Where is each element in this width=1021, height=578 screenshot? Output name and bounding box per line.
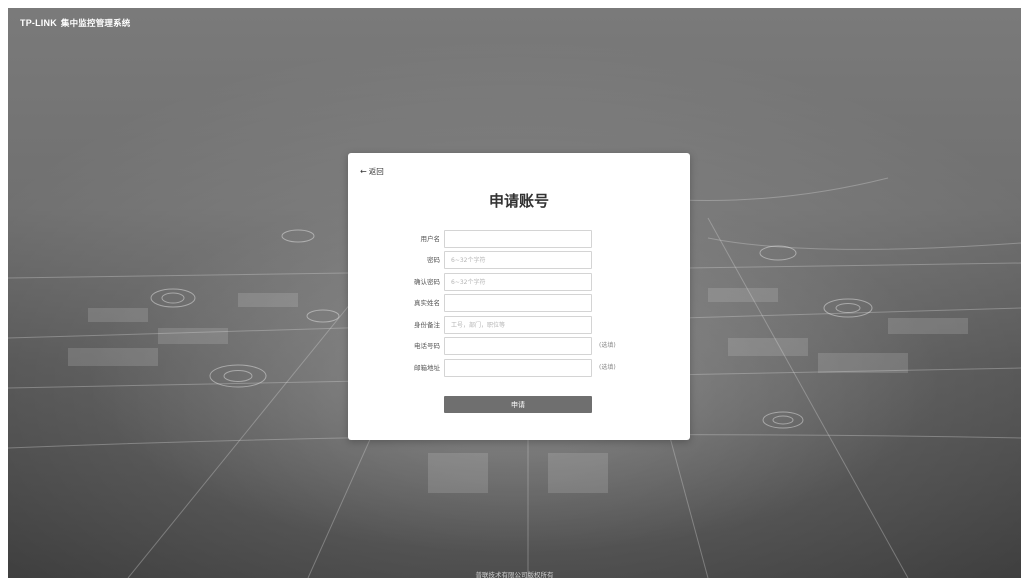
apply-button[interactable]: 申请 — [444, 396, 592, 413]
email-row: 邮箱地址 (选填) — [348, 359, 690, 377]
email-label: 邮箱地址 — [414, 364, 440, 372]
copyright-footer: 普联技术有限公司版权所有 — [475, 571, 554, 578]
tp-link-logo: TP-LINK — [20, 18, 57, 28]
phone-optional-note: (选填) — [599, 342, 616, 349]
arrow-left-icon: ← — [360, 167, 367, 176]
email-optional-note: (选填) — [599, 364, 616, 371]
identity-note-label: 身份备注 — [414, 321, 440, 329]
back-label: 返回 — [368, 167, 384, 176]
apply-account-card: ← 返回 申请账号 用户名 密码 确认密码 真实姓名 身份备注 电话号码 (选 — [348, 153, 690, 440]
email-input[interactable] — [444, 359, 592, 377]
username-row: 用户名 — [348, 230, 690, 248]
phone-input[interactable] — [444, 337, 592, 355]
real-name-row: 真实姓名 — [348, 294, 690, 312]
login-background: TP-LINK 集中监控管理系统 ← 返回 申请账号 用户名 密码 确认密码 真… — [8, 8, 1021, 578]
confirm-password-label: 确认密码 — [414, 278, 440, 286]
confirm-password-input[interactable] — [444, 273, 592, 291]
real-name-label: 真实姓名 — [414, 299, 440, 307]
password-row: 密码 — [348, 251, 690, 269]
app-brand: TP-LINK 集中监控管理系统 — [20, 17, 131, 29]
phone-label: 电话号码 — [414, 342, 440, 350]
phone-row: 电话号码 (选填) — [348, 337, 690, 355]
page-title: 申请账号 — [488, 192, 549, 210]
identity-note-input[interactable] — [444, 316, 592, 334]
identity-note-row: 身份备注 — [348, 316, 690, 334]
system-name: 集中监控管理系统 — [60, 19, 131, 29]
password-label: 密码 — [427, 256, 440, 264]
username-label: 用户名 — [420, 235, 441, 243]
password-input[interactable] — [444, 251, 592, 269]
username-input[interactable] — [444, 230, 592, 248]
confirm-password-row: 确认密码 — [348, 273, 690, 291]
real-name-input[interactable] — [444, 294, 592, 312]
back-link[interactable]: ← 返回 — [360, 166, 384, 177]
